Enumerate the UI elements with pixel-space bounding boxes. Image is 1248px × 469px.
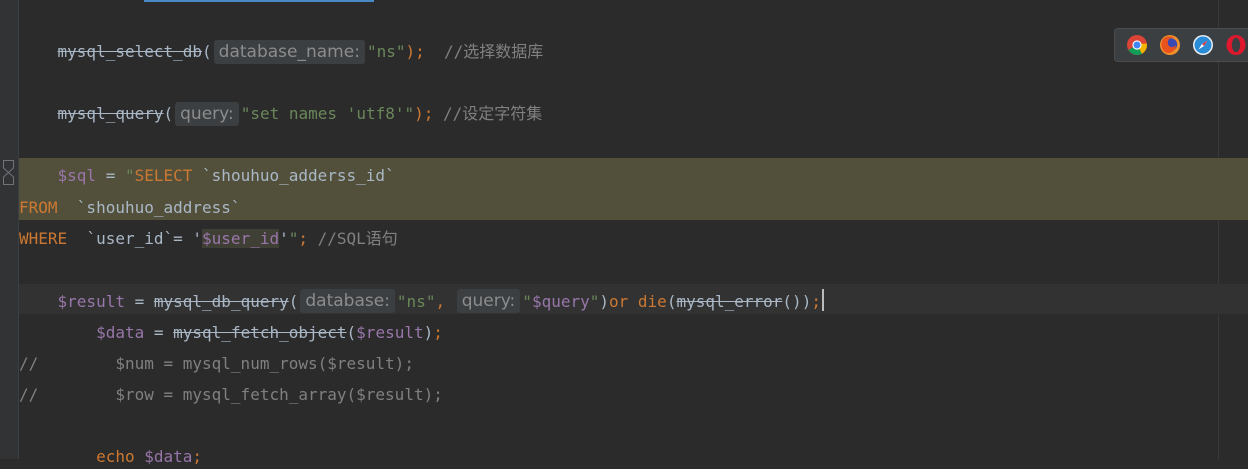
code-token: ": [522, 292, 532, 311]
fold-end-icon[interactable]: [3, 172, 14, 185]
code-token: mysql_error: [676, 292, 783, 311]
code-token: SELECT: [134, 166, 193, 185]
code-token: $query: [531, 292, 590, 311]
parameter-hint: database_name:: [213, 40, 365, 64]
code-token: $data: [96, 323, 145, 342]
code-token: (: [163, 104, 174, 123]
code-token: );: [414, 104, 444, 123]
code-token: $sql: [57, 166, 97, 185]
code-token: (: [346, 323, 357, 342]
line-sql-1[interactable]: $sql = "SELECT `shouhuo_adderss_id`: [19, 164, 395, 188]
parameter-hint: database:: [300, 289, 395, 313]
line-row-comment[interactable]: // $row = mysql_fetch_array($result);: [19, 383, 443, 407]
code-token: $result: [57, 292, 125, 311]
code-token: WHERE: [19, 229, 68, 248]
code-token: or die: [609, 292, 667, 311]
code-token: =: [124, 292, 154, 311]
code-token: ;: [811, 292, 821, 311]
code-token: $user_id: [202, 229, 280, 248]
code-token: );: [405, 42, 444, 61]
line-echo[interactable]: echo $data;: [19, 445, 202, 469]
opera-icon[interactable]: [1225, 34, 1247, 56]
line-data[interactable]: $data = mysql_fetch_object($result);: [19, 321, 443, 345]
code-token: "ns": [366, 42, 406, 61]
code-token: mysql_fetch_object: [173, 323, 347, 342]
line-select-db[interactable]: mysql_select_db(database_name: "ns"); //选…: [19, 40, 543, 64]
code-token: $result: [356, 323, 424, 342]
code-token: ;: [433, 323, 443, 342]
parameter-hint: query:: [456, 289, 521, 313]
code-token: //设定字符集: [443, 104, 543, 123]
browser-preview-bar: [1114, 28, 1248, 62]
code-token: ": [589, 292, 600, 311]
code-token: FROM: [19, 198, 58, 217]
text-cursor: [821, 289, 824, 311]
code-token: ;: [192, 447, 203, 466]
code-token: `shouhuo_adderss_id`: [192, 166, 395, 185]
line-set-names[interactable]: mysql_query(query: "set names 'utf8'"); /…: [19, 102, 542, 126]
parameter-hint: query:: [175, 102, 239, 126]
code-token: mysql_db_query: [153, 292, 289, 311]
chrome-icon[interactable]: [1126, 34, 1148, 56]
code-token: ": [288, 229, 299, 248]
code-token: // $row = mysql_fetch_array($result);: [19, 385, 443, 404]
code-token: =: [144, 323, 174, 342]
firefox-icon[interactable]: [1159, 34, 1181, 56]
code-token: =: [96, 166, 125, 185]
code-token: (: [202, 42, 212, 61]
code-token: ): [599, 292, 610, 311]
code-token: mysql_select_db: [57, 42, 203, 61]
code-token: ;: [298, 229, 318, 248]
code-token: $data: [144, 447, 193, 466]
line-sql-3[interactable]: WHERE `user_id`= '$user_id'"; //SQL语句: [19, 227, 398, 251]
code-token: echo: [96, 447, 135, 466]
code-token: //SQL语句: [317, 229, 398, 248]
safari-icon[interactable]: [1192, 34, 1214, 56]
code-token: `user_id`= ': [67, 229, 203, 248]
code-token: "set names 'utf8'": [240, 104, 415, 123]
line-sql-2[interactable]: FROM `shouhuo_address`: [19, 196, 241, 220]
code-token: // $num = mysql_num_rows($result);: [19, 354, 414, 373]
line-result[interactable]: $result = mysql_db_query(database: "ns", …: [19, 289, 824, 313]
code-token: ": [124, 166, 135, 185]
code-token: ()): [782, 292, 812, 311]
code-token: (: [288, 292, 299, 311]
code-token: ': [279, 229, 289, 248]
code-token: `shouhuo_address`: [57, 198, 241, 217]
code-token: "ns": [396, 292, 436, 311]
code-token: mysql_query: [57, 104, 164, 123]
code-token: ): [423, 323, 434, 342]
code-token: (: [666, 292, 677, 311]
code-token: ,: [435, 292, 455, 311]
code-token: //选择数据库: [444, 42, 544, 61]
active-tab-indicator: [144, 0, 374, 2]
right-margin-guide: [1218, 0, 1219, 459]
line-num-comment[interactable]: // $num = mysql_num_rows($result);: [19, 352, 414, 376]
editor-gutter[interactable]: [0, 0, 18, 459]
